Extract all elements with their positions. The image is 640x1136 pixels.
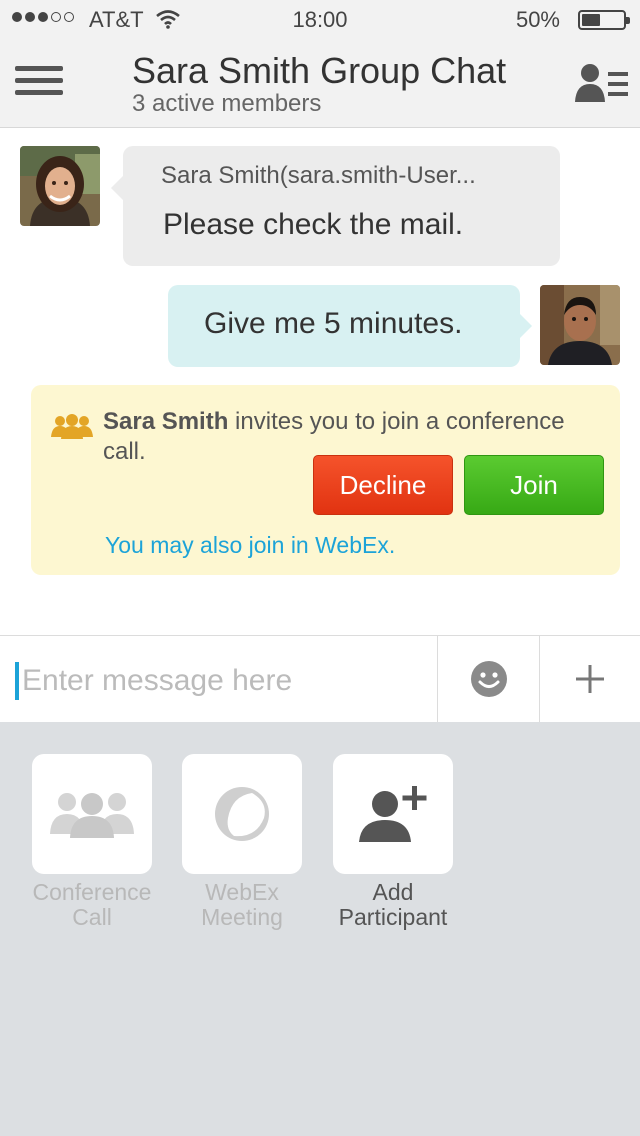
inviter-name: Sara Smith	[103, 408, 229, 435]
outgoing-message-bubble[interactable]: Give me 5 minutes.	[168, 285, 532, 367]
conference-call-action[interactable]: Conference Call	[32, 754, 152, 930]
smiley-icon	[470, 661, 507, 697]
webex-icon	[215, 787, 269, 841]
message-text: Give me 5 minutes.	[204, 307, 463, 340]
chat-header: Sara Smith Group Chat 3 active members	[0, 40, 640, 128]
battery-icon	[578, 10, 630, 30]
message-composer	[0, 635, 640, 722]
conference-call-tile[interactable]	[32, 754, 152, 874]
emoji-button[interactable]	[437, 636, 539, 722]
action-label: WebEx Meeting	[201, 879, 283, 930]
add-participant-action[interactable]: Add Participant	[333, 754, 453, 930]
sara-smith-avatar[interactable]	[20, 146, 100, 226]
conference-invite-card: Sara Smith invites you to join a confere…	[31, 385, 620, 575]
add-participant-icon	[359, 786, 427, 842]
webex-meeting-tile[interactable]	[182, 754, 302, 874]
action-label: Conference Call	[32, 879, 152, 930]
conference-call-icon	[50, 793, 134, 838]
webex-meeting-action[interactable]: WebEx Meeting	[182, 754, 302, 930]
active-members-count: 3 active members	[132, 90, 322, 117]
attach-button[interactable]	[539, 636, 640, 722]
action-label: Add Participant	[338, 879, 448, 930]
self-avatar[interactable]	[540, 285, 620, 365]
chat-title: Sara Smith Group Chat	[132, 50, 507, 91]
incoming-message-bubble[interactable]: Sara Smith(sara.smith-User... Please che…	[111, 146, 560, 266]
message-sender: Sara Smith(sara.smith-User...	[161, 162, 476, 189]
message-text: Please check the mail.	[163, 208, 464, 241]
decline-button[interactable]: Decline	[313, 455, 453, 515]
text-cursor	[15, 662, 19, 700]
message-input[interactable]	[22, 656, 422, 706]
battery-percentage: 50%	[515, 7, 560, 32]
plus-icon	[576, 665, 604, 693]
participants-list-icon[interactable]	[574, 62, 630, 106]
actions-panel: Conference Call WebEx Meeting Add Partic…	[0, 722, 640, 1136]
add-participant-tile[interactable]	[333, 754, 453, 874]
join-button[interactable]: Join	[464, 455, 604, 515]
group-icon	[51, 414, 93, 439]
hamburger-icon[interactable]	[15, 66, 63, 102]
status-bar: AT&T 18:00 50%	[0, 0, 640, 40]
webex-join-link[interactable]: You may also join in WebEx.	[105, 532, 395, 559]
